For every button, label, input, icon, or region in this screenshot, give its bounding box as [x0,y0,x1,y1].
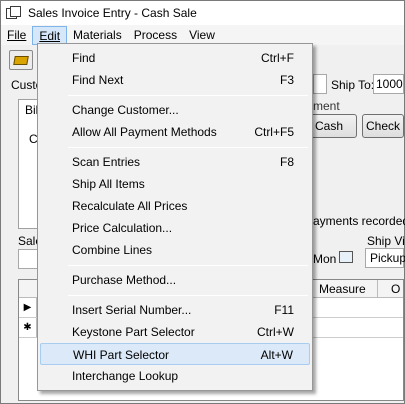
menu-separator [68,265,308,266]
menu-item-label: Change Customer... [72,103,179,117]
menu-item-shortcut: Ctrl+F [261,51,294,65]
menu-item-label: Keystone Part Selector [72,325,195,339]
menu-item-purchase-method[interactable]: Purchase Method... [40,269,310,291]
measure-column-header: Measure [319,282,366,296]
customer-field[interactable] [313,74,327,94]
menu-item-label: Allow All Payment Methods [72,125,217,139]
menu-item-allow-all-payment-methods[interactable]: Allow All Payment Methods Ctrl+F5 [40,121,310,143]
ship-to-value: 1000 [376,77,403,91]
menu-item-label: Purchase Method... [72,273,177,287]
menu-item-shortcut: Ctrl+W [257,325,294,339]
o-column-header: O [391,282,401,296]
menu-item-shortcut: F11 [274,303,294,317]
menu-item-find-next[interactable]: Find Next F3 [40,69,310,91]
menu-file-label: File [7,27,27,42]
menu-item-label: WHI Part Selector [73,348,170,362]
menu-item-recalculate-all-prices[interactable]: Recalculate All Prices [40,195,310,217]
menu-edit[interactable]: Edit [32,25,68,45]
menu-item-change-customer[interactable]: Change Customer... [40,99,310,121]
menu-item-label: Find [72,51,96,65]
menu-item-keystone-part-selector[interactable]: Keystone Part Selector Ctrl+W [40,321,310,343]
ship-to-field[interactable]: 1000 [373,74,404,94]
menu-item-label: Recalculate All Prices [72,199,188,213]
check-button[interactable]: Check [362,114,404,138]
menu-separator [68,295,308,296]
sales-invoice-window: Sales Invoice Entry - Cash Sale File Edi… [0,0,405,404]
menu-item-shortcut: Ctrl+F5 [254,125,294,139]
cash-drawer-button[interactable] [9,50,33,70]
menu-bar: File Edit Materials Process View [1,25,404,45]
menu-separator [68,147,308,148]
payments-status-text: ayments recorded. [313,214,405,228]
menu-item-price-calculation[interactable]: Price Calculation... [40,217,310,239]
menu-item-shortcut: F3 [279,73,294,87]
menu-process[interactable]: Process [128,26,183,45]
menu-item-shortcut: Alt+W [260,348,293,362]
menu-item-ship-all-items[interactable]: Ship All Items [40,173,310,195]
menu-edit-label: Edit [39,28,61,43]
menu-item-interchange-lookup[interactable]: Interchange Lookup [40,365,310,387]
window-title: Sales Invoice Entry - Cash Sale [28,6,197,20]
menu-item-scan-entries[interactable]: Scan Entries F8 [40,151,310,173]
menu-item-label: Interchange Lookup [72,369,179,383]
menu-process-label: Process [133,27,178,42]
menu-file[interactable]: File [1,26,32,45]
menu-materials[interactable]: Materials [67,26,128,45]
menu-item-label: Price Calculation... [72,221,173,235]
cash-drawer-icon [13,56,29,65]
cash-button-label: Cash [314,119,343,133]
ship-to-label: Ship To: [331,78,375,92]
payment-group-label: ment [313,99,340,113]
menu-item-insert-serial-number[interactable]: Insert Serial Number... F11 [40,299,310,321]
menu-item-find[interactable]: Find Ctrl+F [40,47,310,69]
ship-via-select[interactable]: Pickup [365,248,405,268]
ship-via-label: Ship Via [367,234,405,248]
menu-item-shortcut: F8 [279,155,294,169]
menu-item-label: Insert Serial Number... [72,303,192,317]
edit-menu-dropdown: Find Ctrl+F Find Next F3 Change Customer… [37,43,313,391]
mon-label: Mon [313,252,337,266]
current-row-icon: ▶ [19,298,37,317]
menu-item-combine-lines[interactable]: Combine Lines [40,239,310,261]
menu-item-label: Ship All Items [72,177,145,191]
ship-via-value: Pickup [370,251,405,265]
menu-materials-label: Materials [73,27,122,42]
app-window-icon [6,6,22,20]
menu-separator [68,95,308,96]
salesperson-field[interactable] [18,249,38,269]
check-button-label: Check [365,119,400,133]
menu-item-label: Combine Lines [72,243,153,257]
menu-view[interactable]: View [183,26,221,45]
title-bar: Sales Invoice Entry - Cash Sale [1,1,404,25]
menu-item-whi-part-selector[interactable]: WHI Part Selector Alt+W [40,343,310,365]
new-row-icon: ✱ [19,318,37,337]
calendar-icon[interactable] [339,251,353,263]
menu-item-label: Scan Entries [72,155,141,169]
menu-view-label: View [189,27,215,42]
menu-item-label: Find Next [72,73,124,87]
